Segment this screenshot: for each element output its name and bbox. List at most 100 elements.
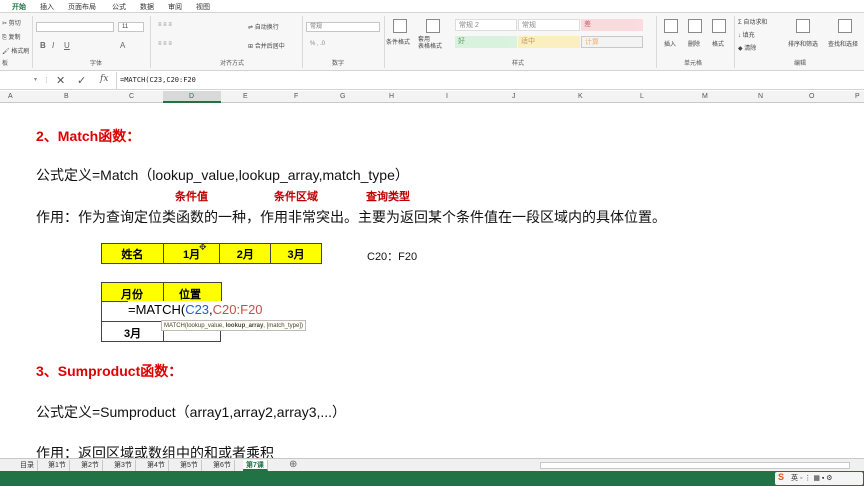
ime-logo-icon: S <box>778 472 785 482</box>
style-good[interactable]: 好 <box>455 36 517 48</box>
style-calculation[interactable]: 计算 <box>581 36 643 48</box>
cut-label: 剪切 <box>8 21 21 27</box>
formula-bar-grip-icon: ⋮ <box>43 77 50 84</box>
column-header-c[interactable]: C <box>129 93 134 100</box>
divider <box>656 16 657 68</box>
tab-home[interactable]: 开始 <box>12 2 26 12</box>
find-select-icon[interactable] <box>838 19 852 33</box>
sheet-tab-2[interactable]: 第2节 <box>78 460 103 471</box>
column-header-i[interactable]: I <box>446 93 448 100</box>
format-cells-label[interactable]: 格式 <box>712 39 724 48</box>
table-format-icon[interactable] <box>426 19 440 33</box>
column-header-j[interactable]: J <box>512 93 516 100</box>
style-normal-2[interactable]: 常规 2 <box>455 19 517 31</box>
table-format-label[interactable]: 套用 表格格式 <box>418 37 442 51</box>
divider <box>384 16 385 68</box>
ime-toolbar[interactable]: S 英 ◦ ⋮ ▦ ▪ ⚙ <box>775 472 863 485</box>
tab-formulas[interactable]: 公式 <box>112 2 126 12</box>
delete-cells-label[interactable]: 删除 <box>688 39 700 48</box>
column-header-o[interactable]: O <box>809 93 814 100</box>
autosum-button[interactable]: Σ 自动求和 <box>738 17 767 26</box>
underline-button[interactable]: U <box>64 41 70 50</box>
currency-format-icon[interactable]: % ‚ .0 <box>310 41 325 47</box>
tab-page-layout[interactable]: 页面布局 <box>68 2 96 12</box>
bold-button[interactable]: B <box>40 41 46 50</box>
align-left-icon[interactable]: ≡ ≡ ≡ <box>158 41 172 47</box>
column-header-p[interactable]: P <box>855 93 860 100</box>
tab-data[interactable]: 数据 <box>140 2 154 12</box>
tab-review[interactable]: 审阅 <box>168 2 182 12</box>
tab-view[interactable]: 视图 <box>196 2 210 12</box>
font-size-dropdown[interactable]: 11 <box>118 22 144 32</box>
merge-center-label: 合并后居中 <box>254 44 285 50</box>
sort-filter-label[interactable]: 排序和筛选 <box>788 39 818 48</box>
sort-filter-icon[interactable] <box>796 19 810 33</box>
align-top-icon[interactable]: ≡ ≡ ≡ <box>158 22 172 28</box>
italic-button[interactable]: I <box>52 41 54 50</box>
column-header-h[interactable]: H <box>389 93 394 100</box>
column-header-f[interactable]: F <box>294 93 298 100</box>
font-color-icon[interactable]: A <box>120 41 125 50</box>
table-cell[interactable]: 2月 <box>219 243 272 264</box>
find-select-label[interactable]: 查找和选择 <box>828 39 858 48</box>
conditional-format-icon[interactable] <box>393 19 407 33</box>
divider <box>302 16 303 68</box>
format-cells-icon[interactable] <box>712 19 726 33</box>
annotation-lookup-value: 条件值 <box>175 191 208 203</box>
number-group-label: 数字 <box>332 61 345 67</box>
delete-cells-icon[interactable] <box>688 19 702 33</box>
sheet-tab-3[interactable]: 第3节 <box>111 460 136 471</box>
status-bar: S 英 ◦ ⋮ ▦ ▪ ⚙ <box>0 471 864 486</box>
formula-input[interactable]: =MATCH(C23,C20:F20 <box>120 76 196 84</box>
column-header-k[interactable]: K <box>578 93 583 100</box>
column-header-d[interactable]: D <box>189 93 194 100</box>
copy-button[interactable]: ⎘ 复制 <box>2 32 20 42</box>
sheet-tab-5[interactable]: 第5节 <box>177 460 202 471</box>
insert-cells-label[interactable]: 插入 <box>664 39 676 48</box>
conditional-format-label[interactable]: 条件格式 <box>386 37 410 46</box>
column-header-g[interactable]: G <box>340 93 345 100</box>
insert-cells-icon[interactable] <box>664 19 678 33</box>
formula-bar: ▾ ⋮ ✕ ✓ fx =MATCH(C23,C20:F20 <box>0 72 864 90</box>
cancel-formula-icon[interactable]: ✕ <box>56 74 65 87</box>
sheet-tab-6[interactable]: 第6节 <box>210 460 235 471</box>
number-format-dropdown[interactable]: 常规 <box>306 22 380 32</box>
table-cell[interactable]: 姓名 <box>101 243 164 264</box>
style-normal[interactable]: 常规 <box>518 19 580 31</box>
merge-center-button[interactable]: ⊞ 合并后居中 <box>248 41 285 50</box>
clear-button[interactable]: ◆ 清除 <box>738 43 756 52</box>
month-cell[interactable]: 3月 <box>101 322 163 342</box>
formula-edit-cell[interactable]: =MATCH(C23,C20:F20 <box>128 301 288 319</box>
sheet-tab-1[interactable]: 第1节 <box>45 460 70 471</box>
ime-toolbar-icons[interactable]: 英 ◦ ⋮ ▦ ▪ ⚙ <box>791 473 833 483</box>
style-neutral[interactable]: 适中 <box>518 36 580 48</box>
insert-function-icon[interactable]: fx <box>100 74 108 84</box>
column-header-a[interactable]: A <box>8 93 13 100</box>
table-cell[interactable]: 1月 <box>162 243 221 264</box>
match-definition: 公式定义=Match（lookup_value,lookup_array,mat… <box>36 167 409 183</box>
sheet-tab-active[interactable]: 第7课 <box>243 460 268 471</box>
sheet-tab-4[interactable]: 第4节 <box>144 460 169 471</box>
column-header-e[interactable]: E <box>243 93 248 100</box>
style-bad[interactable]: 差 <box>581 19 643 31</box>
sheet-tab-toc[interactable]: 目录 <box>17 460 38 471</box>
worksheet[interactable]: 2、Match函数： 公式定义=Match（lookup_value,looku… <box>0 103 864 461</box>
header-position[interactable]: 位置 <box>179 286 201 302</box>
column-header-bar: A B C D E F G H I J K L M N O P <box>0 91 864 103</box>
fill-button[interactable]: ↓ 填充 <box>738 30 755 39</box>
format-painter-button[interactable]: 🖌 格式刷 <box>2 46 29 55</box>
column-header-n[interactable]: N <box>758 93 763 100</box>
header-month[interactable]: 月份 <box>121 286 143 302</box>
column-header-m[interactable]: M <box>702 93 708 100</box>
font-name-dropdown[interactable] <box>36 22 114 32</box>
wrap-text-button[interactable]: ⇌ 自动换行 <box>248 22 279 31</box>
column-header-b[interactable]: B <box>64 93 69 100</box>
namebox-dropdown-icon[interactable]: ▾ <box>34 76 37 83</box>
horizontal-scrollbar[interactable] <box>540 462 850 469</box>
column-header-l[interactable]: L <box>640 93 644 100</box>
cut-button[interactable]: ✂ 剪切 <box>2 18 21 27</box>
enter-formula-icon[interactable]: ✓ <box>77 74 86 87</box>
table-cell[interactable]: 3月 <box>270 243 322 264</box>
tab-insert[interactable]: 插入 <box>40 2 54 12</box>
add-sheet-icon[interactable]: ⊕ <box>289 459 297 470</box>
